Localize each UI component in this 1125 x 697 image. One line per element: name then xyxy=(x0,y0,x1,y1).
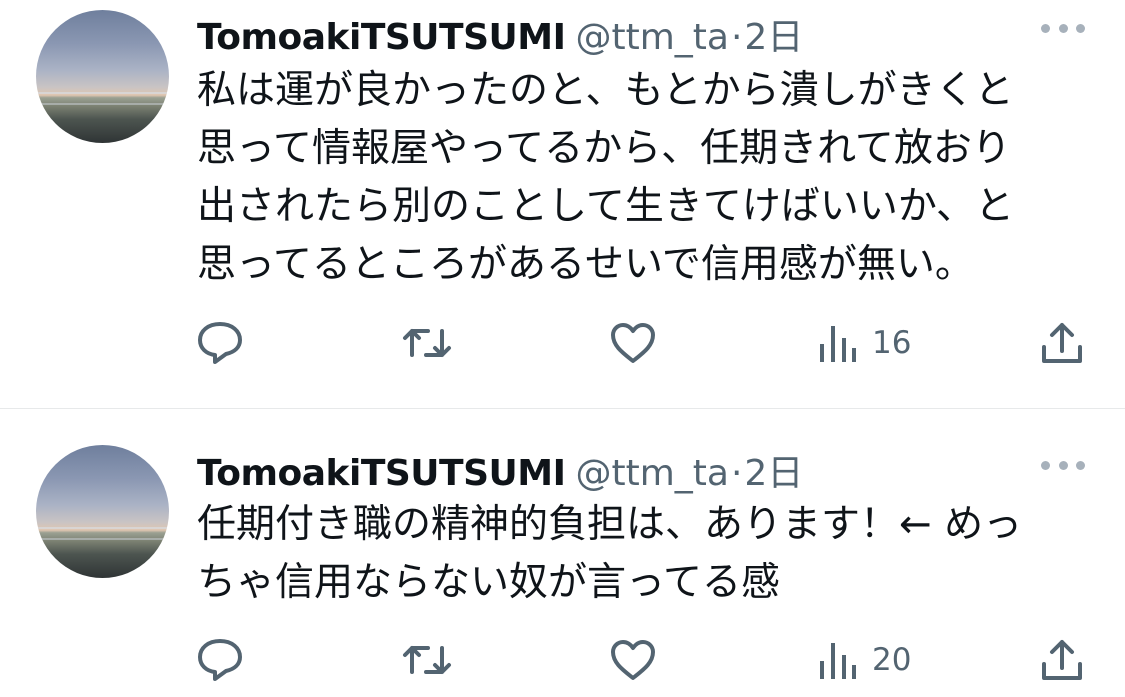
retweet-icon xyxy=(403,646,451,674)
more-options-icon[interactable] xyxy=(1041,20,1085,36)
like-icon xyxy=(611,640,655,680)
reply-button[interactable] xyxy=(196,318,244,368)
author-name[interactable]: TomoakiTSUTSUMI xyxy=(197,17,566,58)
timestamp[interactable]: 2日 xyxy=(744,453,803,494)
views-count: 20 xyxy=(872,642,912,678)
retweet-button[interactable] xyxy=(400,635,454,685)
tweet-text: 任期付き職の精神的負担は、あります！← めっ ちゃ信用ならない奴が言ってる感 xyxy=(197,502,1023,605)
reply-icon xyxy=(198,639,242,681)
action-bar: 20 xyxy=(0,635,1125,685)
share-button[interactable] xyxy=(1040,635,1084,685)
retweet-icon xyxy=(403,329,451,357)
share-icon xyxy=(1042,640,1082,680)
tweet-1[interactable]: TomoakiTSUTSUMI @ttm_ta·2日 私は運が良かったのと、もとか… xyxy=(0,0,1125,408)
retweet-button[interactable] xyxy=(400,318,454,368)
separator-dot: · xyxy=(730,453,743,494)
views-icon xyxy=(820,326,856,362)
like-button[interactable] xyxy=(609,318,657,368)
avatar[interactable] xyxy=(36,445,169,578)
views-icon xyxy=(820,643,856,679)
views-count: 16 xyxy=(872,325,912,361)
tweet-text: 私は運が良かったのと、もとから潰しがきくと 思って情報屋やってるから、任期きれて… xyxy=(197,68,1015,287)
author-name[interactable]: TomoakiTSUTSUMI xyxy=(197,453,566,494)
more-options-icon[interactable] xyxy=(1041,457,1085,473)
action-bar: 16 xyxy=(0,318,1125,368)
tweet-header: TomoakiTSUTSUMI @ttm_ta·2日 xyxy=(197,444,803,494)
author-handle[interactable]: @ttm_ta xyxy=(575,17,728,58)
like-button[interactable] xyxy=(609,635,657,685)
reply-icon xyxy=(198,322,242,364)
share-icon xyxy=(1042,323,1082,363)
like-icon xyxy=(611,323,655,363)
timestamp[interactable]: 2日 xyxy=(744,17,803,58)
views-button[interactable]: 20 xyxy=(818,635,911,685)
avatar[interactable] xyxy=(36,10,169,143)
share-button[interactable] xyxy=(1040,318,1084,368)
views-button[interactable]: 16 xyxy=(818,318,911,368)
reply-button[interactable] xyxy=(196,635,244,685)
author-handle[interactable]: @ttm_ta xyxy=(575,453,728,494)
tweet-header: TomoakiTSUTSUMI @ttm_ta·2日 xyxy=(197,8,803,58)
tweet-2[interactable]: TomoakiTSUTSUMI @ttm_ta·2日 任期付き職の精神的負担は、あ… xyxy=(0,409,1125,697)
separator-dot: · xyxy=(730,17,743,58)
